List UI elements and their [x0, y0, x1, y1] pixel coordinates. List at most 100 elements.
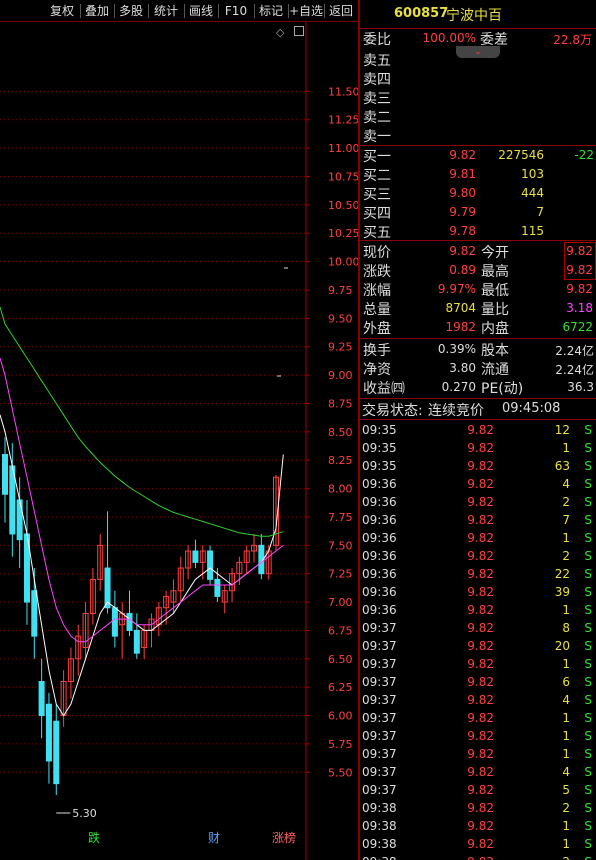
- fund-value: 2.24亿: [555, 344, 594, 358]
- y-tick-label: 6.25: [328, 681, 353, 694]
- divider: [360, 419, 596, 420]
- candle-body[interactable]: [31, 590, 38, 637]
- quote-value: 1982: [445, 320, 476, 334]
- tick-price: 9.82: [467, 747, 494, 761]
- quote-value: 8704: [445, 301, 476, 315]
- trade-status: 交易状态: 连续竞价 09:45:08: [360, 399, 596, 419]
- toolbar-mark-button[interactable]: 标记: [254, 2, 288, 20]
- buy-volume: 444: [521, 186, 544, 200]
- tick-side: S: [584, 801, 592, 815]
- tick-time: 09:35: [362, 441, 397, 455]
- tick-row: 09:37 9.82 6 S: [360, 673, 596, 691]
- tick-volume: 1: [562, 657, 570, 671]
- tick-side: S: [584, 819, 592, 833]
- tick-row: 09:36 9.82 7 S: [360, 511, 596, 529]
- y-tick-label: 8.50: [328, 426, 353, 439]
- buy-level-row[interactable]: 买三 9.80 444: [360, 184, 596, 203]
- tick-volume: 1: [562, 531, 570, 545]
- quote-value: 9.97%: [437, 282, 476, 296]
- y-tick-label: 7.50: [328, 539, 353, 552]
- tick-row: 09:37 9.82 4 S: [360, 763, 596, 781]
- tick-volume: 1: [562, 711, 570, 725]
- toolbar-overlay-button[interactable]: 叠加: [80, 2, 114, 20]
- y-tick-label: 11.00: [328, 142, 358, 155]
- tick-volume: 12: [554, 423, 570, 437]
- tick-volume: 4: [562, 477, 570, 491]
- tick-volume: 2: [520, 855, 570, 860]
- buy-level-row[interactable]: 买一 9.82 227546 -22: [360, 146, 596, 165]
- buy-level-label: 买四: [363, 206, 391, 222]
- candle-body[interactable]: [133, 629, 140, 654]
- tick-volume: 4: [562, 765, 570, 779]
- tick-side: S: [584, 603, 592, 617]
- toolbar-back-button[interactable]: 返回: [324, 2, 358, 20]
- tick-volume: 63: [554, 459, 570, 473]
- buy-level-row[interactable]: 买二 9.81 103: [360, 165, 596, 184]
- tick-price: 9.82: [467, 567, 494, 581]
- tick-side: S: [584, 585, 592, 599]
- tick-price: 9.82: [467, 801, 494, 815]
- candle-body[interactable]: [38, 681, 45, 717]
- tick-row: 09:38 9.82 1 S: [360, 835, 596, 853]
- buy-level-row[interactable]: 买四 9.79 7: [360, 203, 596, 222]
- tick-time: 09:37: [362, 657, 397, 671]
- candle-body[interactable]: [111, 607, 118, 637]
- trade-status-time: 09:45:08: [502, 401, 561, 416]
- toolbar-stats-button[interactable]: 统计: [148, 2, 184, 20]
- candle-body[interactable]: [53, 720, 60, 785]
- tick-side: S: [584, 495, 592, 509]
- tick-price: 9.82: [467, 477, 494, 491]
- tick-price: 9.82: [467, 621, 494, 635]
- min-price-label: 5.30: [72, 807, 97, 820]
- toolbar-f10-button[interactable]: F10: [218, 2, 254, 20]
- toolbar-add-watchlist-button[interactable]: +自选: [288, 2, 324, 20]
- weicha-value: 22.8万: [553, 33, 592, 47]
- quote-row: 外盘 1982 内盘 6722: [360, 318, 596, 337]
- event-marker[interactable]: 财: [208, 831, 220, 845]
- collapse-toggle-icon[interactable]: ⌄: [456, 46, 500, 58]
- event-marker[interactable]: 跌: [88, 830, 100, 845]
- panel-toggle-icon[interactable]: [294, 26, 304, 36]
- tick-time: 09:36: [362, 549, 397, 563]
- tick-row: 09:38 9.82 1 S: [360, 817, 596, 835]
- candle-body[interactable]: [214, 578, 221, 597]
- buy-volume: 103: [521, 167, 544, 181]
- trade-status-value: 连续竞价: [428, 403, 484, 419]
- buy-price: 9.82: [449, 148, 476, 162]
- y-tick-label: 6.50: [328, 653, 353, 666]
- buy-price: 9.80: [449, 186, 476, 200]
- kline-chart-area[interactable]: 11.50 11.25 11.00 10.75 10.50 10.25 10.00 9.75 9…: [0, 22, 360, 860]
- candle-body[interactable]: [192, 550, 199, 563]
- sell-level-label: 卖四: [363, 72, 391, 88]
- quote-label: 今开: [481, 245, 509, 261]
- tick-row: 09:37 9.82 1 S: [360, 745, 596, 763]
- quote-value: 3.18: [566, 301, 593, 315]
- highlight-box: [564, 242, 596, 280]
- tick-price: 9.82: [467, 423, 494, 437]
- tick-price: 9.82: [467, 729, 494, 743]
- candle-body[interactable]: [2, 454, 8, 495]
- buy-level-label: 买一: [363, 149, 391, 165]
- fund-value: 0.39%: [437, 342, 476, 356]
- tick-time: 09:36: [362, 531, 397, 545]
- event-marker[interactable]: 涨榜: [272, 830, 296, 845]
- tick-side: S: [584, 711, 592, 725]
- toolbar-fuquan-button[interactable]: 复权: [44, 2, 80, 20]
- candle-body[interactable]: [207, 550, 214, 580]
- buy-level-row[interactable]: 买五 9.78 115: [360, 222, 596, 241]
- quote-value: 6722: [562, 320, 593, 334]
- tick-time: 09:38: [362, 801, 397, 815]
- tick-volume: 1: [562, 747, 570, 761]
- y-tick-label: 9.25: [328, 341, 353, 354]
- candle-body[interactable]: [126, 612, 133, 631]
- kline-chart[interactable]: 11.50 11.25 11.00 10.75 10.50 10.25 10.00 9.75 9…: [0, 22, 360, 860]
- toolbar-draw-button[interactable]: 画线: [184, 2, 218, 20]
- candle-body[interactable]: [45, 703, 52, 762]
- tick-price: 9.82: [467, 765, 494, 779]
- diamond-icon[interactable]: ◇: [276, 26, 284, 39]
- quote-label: 涨幅: [363, 283, 391, 299]
- toolbar-multistock-button[interactable]: 多股: [114, 2, 148, 20]
- quote-row: 涨跌 0.89 最高 9.82: [360, 261, 596, 280]
- buy-level-label: 买三: [363, 187, 391, 203]
- buy-price: 9.78: [449, 224, 476, 238]
